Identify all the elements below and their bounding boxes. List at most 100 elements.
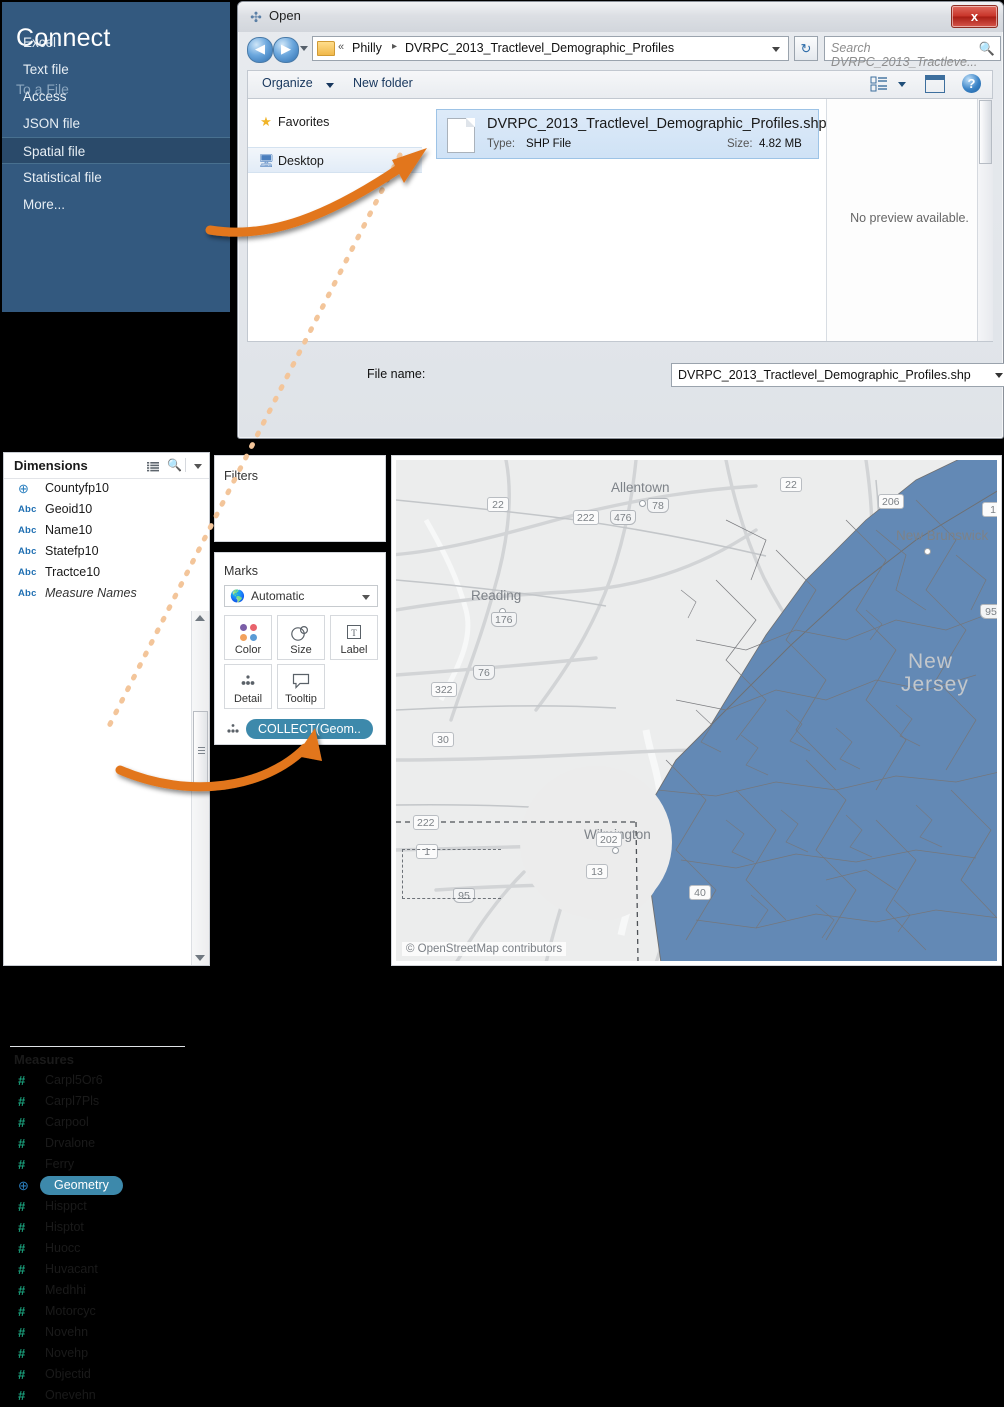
hash-number-icon: # [18,1094,26,1109]
organize-chevron-down-icon[interactable] [326,83,334,88]
help-icon[interactable]: ? [962,74,981,93]
search-icon[interactable]: 🔍 [167,458,182,472]
file-name-chevron-down-icon[interactable] [995,373,1003,378]
field-item-objectid[interactable]: # Objectid [4,1365,189,1386]
field-item-carpool[interactable]: # Carpool [4,1113,189,1134]
detail-dots-icon [225,672,271,693]
field-label: Medhhi [45,1283,86,1297]
cards-panel: Filters Marks 🌎 Automatic Color Size T L… [214,455,386,745]
scroll-down-arrow-icon[interactable] [195,955,205,961]
field-label: Onevehn [45,1388,96,1402]
field-item-countyfp10[interactable]: ⊕ Countyfp10 [4,479,189,500]
field-item-drvalone[interactable]: # Drvalone [4,1134,189,1155]
field-item-novehp[interactable]: # Novehp [4,1344,189,1365]
field-item-carpl7pls[interactable]: # Carpl7Pls [4,1092,189,1113]
field-item-medhhi[interactable]: # Medhhi [4,1281,189,1302]
breadcrumb-overflow-chevron[interactable]: « [338,41,344,53]
field-item-motorcyc[interactable]: # Motorcyc [4,1302,189,1323]
map-route-shield: 322 [431,682,457,697]
file-name-label: DVRPC_2013_Tractlevel_Demographic_Profil… [487,116,827,132]
file-list-item[interactable]: DVRPC_2013_Tractlevel_Demographic_Profil… [436,109,827,159]
list-view-icon[interactable] [870,75,888,93]
svg-text:T: T [351,628,357,638]
map-canvas[interactable]: AllentownReadingNew BrunswickWilmingtonN… [396,460,997,961]
map-route-shield: 76 [473,665,495,680]
close-button[interactable]: x [951,5,998,28]
measures-divider [10,1046,185,1047]
field-item-measure-names[interactable]: Abc Measure Names [4,584,189,605]
connect-item-statistical-file[interactable]: Statistical file [2,164,230,191]
forward-arrow-icon[interactable]: ▶ [273,37,299,63]
map-route-shield: 78 [647,498,669,513]
scroll-up-arrow-icon[interactable] [195,615,205,621]
nav-item-favorites[interactable]: ★ Favorites [248,109,422,135]
field-item-huvacant[interactable]: # Huvacant [4,1260,189,1281]
data-pane-scrollbar[interactable] [191,611,209,965]
detail-dots-icon [224,722,242,736]
new-folder-button[interactable]: New folder [353,76,413,90]
search-input[interactable]: Search DVRPC_2013_Tractleve... 🔍 [824,36,1001,69]
data-pane: Dimensions 🔍 ⊕ Countyfp10 Abc Geoid10 Abc Nam… [3,452,210,1403]
address-chevron-down-icon[interactable] [772,47,780,52]
preview-message: No preview available. [850,211,969,225]
file-name-input[interactable]: DVRPC_2013_Tractlevel_Demographic_Profil… [671,363,1004,387]
map-route-shield: 40 [689,885,711,900]
connect-item-spatial-file[interactable]: Spatial file [2,137,230,164]
marks-shelf-color[interactable]: Color [224,615,272,660]
dialog-scrollbar[interactable] [977,99,993,341]
marks-shelf-tooltip[interactable]: Tooltip [277,664,325,709]
field-item-name10[interactable]: Abc Name10 [4,521,189,542]
organize-button[interactable]: Organize [262,76,313,90]
field-item-ferry[interactable]: # Ferry [4,1155,189,1176]
map-state-label: New [908,650,954,673]
field-item-hisppct[interactable]: # Hisppct [4,1197,189,1218]
field-item-tractce10[interactable]: Abc Tractce10 [4,563,189,584]
address-bar[interactable]: « Philly ▸ DVRPC_2013_Tractlevel_Demogra… [312,36,789,61]
field-item-geoid10[interactable]: Abc Geoid10 [4,500,189,521]
file-list-pane: DVRPC_2013_Tractlevel_Demographic_Profil… [422,99,827,341]
connect-item-text-file[interactable]: Text file [2,56,230,83]
marks-shelf-size[interactable]: Size [277,615,325,660]
field-label: Tractce10 [45,565,101,579]
connect-item-label: Text file [23,62,69,77]
abc-type-icon: Abc [18,546,37,557]
data-pane-scrollbar-thumb[interactable] [193,711,208,788]
connect-item-access[interactable]: Access [2,83,230,110]
map-city-dot-icon [639,500,646,507]
nav-item-desktop[interactable]: 🖥 Desktop [248,147,422,173]
filters-title: Filters [224,469,259,483]
connect-item-json-file[interactable]: JSON file [2,110,230,137]
breadcrumb-philly[interactable]: Philly [352,41,382,55]
file-icon [447,118,475,153]
connect-item-more[interactable]: More... [2,191,230,218]
marks-geometry-pill-row[interactable]: COLLECT(Geom.. [224,719,379,739]
dialog-scrollbar-thumb[interactable] [979,100,992,164]
field-item-onevehn[interactable]: # Onevehn [4,1386,189,1407]
geometry-pill[interactable]: COLLECT(Geom.. [246,719,373,739]
field-label: Drvalone [45,1136,96,1150]
field-item-geometry[interactable]: ⊕ Geometry [4,1176,189,1197]
globe-geo-icon: ⊕ [18,1178,29,1193]
recent-locations-chevron-down-icon[interactable] [300,46,308,51]
field-item-novehn[interactable]: # Novehn [4,1323,189,1344]
view-chevron-down-icon[interactable] [898,82,906,87]
nav-item-label: Favorites [278,115,330,129]
breadcrumb-current-folder[interactable]: DVRPC_2013_Tractlevel_Demographic_Profil… [405,41,674,55]
chevron-down-icon[interactable] [194,464,202,469]
refresh-icon[interactable]: ↻ [794,36,818,61]
field-item-hisptot[interactable]: # Hisptot [4,1218,189,1239]
mark-type-select[interactable]: 🌎 Automatic [224,585,378,607]
grid-view-icon[interactable] [147,460,160,472]
shelf-label: Detail [233,693,263,705]
size-circles-icon [278,623,324,646]
marks-shelf-detail[interactable]: Detail [224,664,272,709]
field-item-carpl5or6[interactable]: # Carpl5Or6 [4,1071,189,1092]
chevron-down-icon[interactable] [362,595,370,600]
connect-item-excel[interactable]: Excel [2,29,230,56]
back-arrow-icon[interactable]: ◀ [247,37,273,63]
preview-pane-icon[interactable] [925,75,945,93]
field-item-huocc[interactable]: # Huocc [4,1239,189,1260]
field-item-statefp10[interactable]: Abc Statefp10 [4,542,189,563]
field-label: Carpl7Pls [45,1094,100,1108]
marks-shelf-label[interactable]: T Label [330,615,378,660]
